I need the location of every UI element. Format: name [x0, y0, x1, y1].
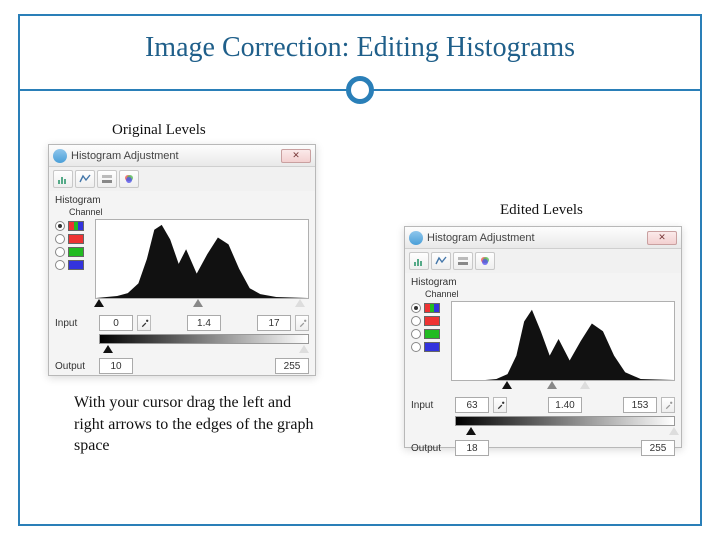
channel-blue[interactable]	[411, 342, 445, 352]
titlebar[interactable]: Histogram Adjustment ✕	[405, 227, 681, 249]
channel-rgb[interactable]	[55, 221, 89, 231]
channel-red[interactable]	[411, 316, 445, 326]
channel-green[interactable]	[411, 329, 445, 339]
tool-balance-icon[interactable]	[453, 252, 473, 270]
white-eyedropper-icon[interactable]	[295, 315, 309, 331]
channel-selector	[55, 219, 89, 311]
output-label: Output	[411, 443, 451, 454]
close-button[interactable]: ✕	[281, 149, 311, 163]
app-icon	[53, 149, 67, 163]
toolbar	[405, 249, 681, 273]
section-channel-label: Channel	[69, 207, 309, 217]
input-black-value[interactable]: 63	[455, 397, 489, 413]
input-gray-handle[interactable]	[547, 381, 557, 389]
input-white-value[interactable]: 17	[257, 315, 291, 331]
output-gradient[interactable]	[455, 416, 675, 426]
label-original-levels: Original Levels	[112, 122, 206, 139]
tool-levels-icon[interactable]	[431, 252, 451, 270]
histogram-dialog-edited: Histogram Adjustment ✕ Histogram Channel	[404, 226, 682, 448]
input-label: Input	[55, 318, 95, 329]
close-button[interactable]: ✕	[647, 231, 677, 245]
close-icon: ✕	[292, 150, 300, 161]
app-icon	[409, 231, 423, 245]
output-gradient[interactable]	[99, 334, 309, 344]
histogram-graph	[451, 301, 675, 381]
tool-histogram-icon[interactable]	[409, 252, 429, 270]
output-white-handle[interactable]	[299, 345, 309, 353]
input-slider-track[interactable]	[451, 381, 675, 393]
input-black-handle[interactable]	[94, 299, 104, 307]
output-row: Output 10 255	[55, 358, 309, 374]
output-white-value[interactable]: 255	[275, 358, 309, 374]
output-row: Output 18 255	[411, 440, 675, 456]
black-eyedropper-icon[interactable]	[137, 315, 151, 331]
output-black-handle[interactable]	[103, 345, 113, 353]
titlebar[interactable]: Histogram Adjustment ✕	[49, 145, 315, 167]
input-gamma-value[interactable]: 1.40	[548, 397, 582, 413]
input-white-handle[interactable]	[580, 381, 590, 389]
window-title: Histogram Adjustment	[427, 232, 643, 244]
input-slider-track[interactable]	[95, 299, 309, 311]
input-black-handle[interactable]	[502, 381, 512, 389]
tool-color-icon[interactable]	[119, 170, 139, 188]
input-gray-handle[interactable]	[193, 299, 203, 307]
histogram-dialog-original: Histogram Adjustment ✕ Histogram Channel	[48, 144, 316, 376]
output-white-handle[interactable]	[669, 427, 679, 435]
output-black-value[interactable]: 18	[455, 440, 489, 456]
white-eyedropper-icon[interactable]	[661, 397, 675, 413]
divider-with-ring	[20, 76, 700, 104]
input-black-value[interactable]: 0	[99, 315, 133, 331]
toolbar	[49, 167, 315, 191]
window-title: Histogram Adjustment	[71, 150, 277, 162]
channel-red[interactable]	[55, 234, 89, 244]
page-title: Image Correction: Editing Histograms	[20, 16, 700, 72]
tool-histogram-icon[interactable]	[53, 170, 73, 188]
section-channel-label: Channel	[425, 289, 675, 299]
input-row: Input 0 1.4 17	[55, 315, 309, 331]
input-row: Input 63 1.40 153	[411, 397, 675, 413]
tool-balance-icon[interactable]	[97, 170, 117, 188]
output-white-value[interactable]: 255	[641, 440, 675, 456]
section-histogram-label: Histogram	[411, 277, 675, 288]
output-label: Output	[55, 361, 95, 372]
black-eyedropper-icon[interactable]	[493, 397, 507, 413]
section-histogram-label: Histogram	[55, 195, 309, 206]
close-icon: ✕	[658, 232, 666, 243]
channel-selector	[411, 301, 445, 393]
tool-levels-icon[interactable]	[75, 170, 95, 188]
input-label: Input	[411, 400, 451, 411]
histogram-graph	[95, 219, 309, 299]
instruction-caption: With your cursor drag the left and right…	[74, 392, 324, 457]
input-white-handle[interactable]	[295, 299, 305, 307]
input-white-value[interactable]: 153	[623, 397, 657, 413]
output-black-handle[interactable]	[466, 427, 476, 435]
channel-rgb[interactable]	[411, 303, 445, 313]
channel-blue[interactable]	[55, 260, 89, 270]
output-black-value[interactable]: 10	[99, 358, 133, 374]
channel-green[interactable]	[55, 247, 89, 257]
input-gamma-value[interactable]: 1.4	[187, 315, 221, 331]
label-edited-levels: Edited Levels	[500, 202, 583, 219]
ring-icon	[346, 76, 374, 104]
tool-color-icon[interactable]	[475, 252, 495, 270]
